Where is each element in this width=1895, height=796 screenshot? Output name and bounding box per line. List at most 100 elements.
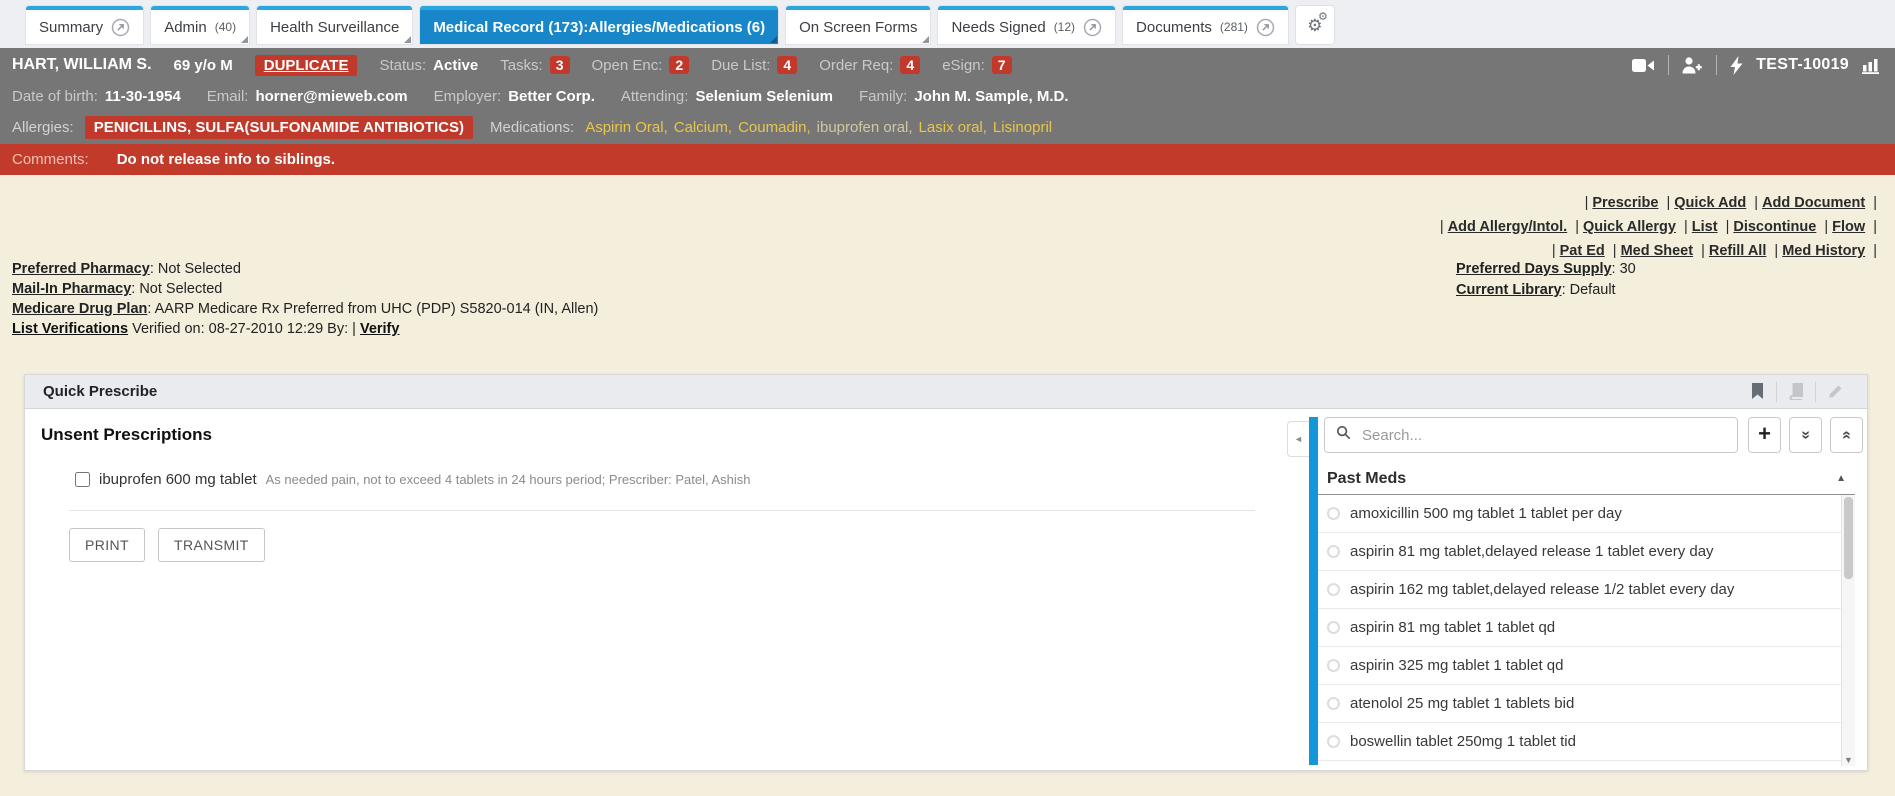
scroll-down-icon[interactable]: ▼ [1842,755,1855,765]
transmit-button[interactable]: TRANSMIT [158,528,265,562]
email-value: horner@mieweb.com [255,88,407,105]
collapse-section-icon[interactable]: ▲ [1836,473,1855,484]
preferred-days-supply-link[interactable]: Preferred Days Supply [1456,261,1612,277]
list-link[interactable]: List [1692,219,1718,235]
print-button[interactable]: PRINT [69,528,145,562]
past-meds-list: amoxicillin 500 mg tablet 1 tablet per d… [1318,495,1841,761]
pat-ed-link[interactable]: Pat Ed [1560,243,1605,259]
past-med-row[interactable]: aspirin 162 mg tablet,delayed release 1/… [1318,571,1841,609]
medication-link[interactable]: Calcium [674,119,732,136]
med-radio[interactable] [1327,507,1340,520]
quick-add-link[interactable]: Quick Add [1674,195,1746,211]
due-list-count-badge[interactable]: 4 [777,56,797,74]
medication-link[interactable]: Lasix oral [919,119,987,136]
collapse-all-button[interactable]: » [1830,417,1863,453]
discontinue-link[interactable]: Discontinue [1733,219,1816,235]
tab-admin-count: (40) [215,20,236,34]
employer-field: Employer: Better Corp. [434,88,595,105]
medications-label: Medications: [490,119,574,136]
current-library-link[interactable]: Current Library [1456,282,1562,298]
chevron-left-icon: ◄ [1294,434,1303,444]
med-radio[interactable] [1327,545,1340,558]
tab-documents[interactable]: Documents (281) [1123,6,1288,44]
past-med-row[interactable]: aspirin 325 mg tablet 1 tablet qd [1318,647,1841,685]
video-call-icon[interactable] [1632,58,1655,73]
med-history-link[interactable]: Med History [1782,243,1865,259]
add-person-icon[interactable] [1682,57,1703,74]
order-req-count-badge[interactable]: 4 [900,56,920,74]
rx-checkbox[interactable] [75,472,90,487]
tab-on-screen-forms[interactable]: On Screen Forms [786,6,930,44]
quick-allergy-link[interactable]: Quick Allergy [1583,219,1676,235]
search-input[interactable] [1360,426,1726,445]
order-req-label: Order Req: [819,57,893,74]
add-med-button[interactable]: + [1748,417,1781,453]
mailin-pharmacy-link[interactable]: Mail-In Pharmacy [12,281,131,297]
book-icon[interactable] [1782,383,1810,400]
med-radio[interactable] [1327,583,1340,596]
tab-admin[interactable]: Admin (40) [151,6,249,44]
prescribe-link[interactable]: Prescribe [1592,195,1658,211]
rx-name: ibuprofen 600 mg tablet [99,471,257,488]
medicare-plan-line: Medicare Drug PlanAARP Medicare Rx Prefe… [12,299,598,319]
pencil-icon[interactable] [1821,384,1849,399]
medication-link[interactable]: Lisinopril [993,119,1052,136]
tab-health-surveillance[interactable]: Health Surveillance [257,6,412,44]
settings-gear-button[interactable]: ⚙ ⚙ [1296,6,1334,44]
tab-needs-signed[interactable]: Needs Signed (12) [938,6,1115,44]
tab-needs-signed-label: Needs Signed [951,19,1045,36]
past-med-row[interactable]: amoxicillin 500 mg tablet 1 tablet per d… [1318,495,1841,533]
popout-icon[interactable] [111,18,130,37]
divider [69,510,1255,511]
past-med-row[interactable]: aspirin 81 mg tablet,delayed release 1 t… [1318,533,1841,571]
tab-medical-record[interactable]: Medical Record (173):Allergies/Medicatio… [420,6,778,44]
expand-all-button[interactable]: » [1789,417,1822,453]
med-radio[interactable] [1327,621,1340,634]
verify-link[interactable]: Verify [360,321,400,337]
patient-id: TEST-10019 [1756,56,1849,74]
popout-icon[interactable] [1083,18,1102,37]
duplicate-badge[interactable]: DUPLICATE [255,55,358,76]
medicare-plan-link[interactable]: Medicare Drug Plan [12,301,147,317]
preferred-pharmacy-link[interactable]: Preferred Pharmacy [12,261,150,277]
past-meds-title: Past Meds [1327,470,1406,488]
plus-icon: + [1758,423,1771,445]
panel-collapse-button[interactable]: ◄ [1287,421,1309,457]
email-label: Email: [207,88,249,105]
past-meds-header[interactable]: Past Meds ▲ [1318,463,1855,495]
email-field: Email: horner@mieweb.com [207,88,408,105]
tab-summary[interactable]: Summary [26,6,143,44]
scrollbar[interactable]: ▼ [1841,495,1855,766]
past-med-row[interactable]: atenolol 25 mg tablet 1 tablets bid [1318,685,1841,723]
scrollbar-thumb[interactable] [1844,497,1853,579]
dob-value: 11-30-1954 [105,88,181,105]
bookmark-icon[interactable] [1743,383,1771,400]
chart-icon[interactable] [1862,57,1883,74]
open-enc-count-badge[interactable]: 2 [669,56,689,74]
allergies-badge[interactable]: PENICILLINS, SULFA(SULFONAMIDE ANTIBIOTI… [85,116,473,139]
med-sheet-link[interactable]: Med Sheet [1621,243,1694,259]
past-med-row[interactable]: boswellin tablet 250mg 1 tablet tid [1318,723,1841,761]
medications-list: Aspirin Oral Calcium Coumadin ibuprofen … [585,119,1052,136]
medication-link[interactable]: Coumadin [738,119,811,136]
list-verifications-link[interactable]: List Verifications [12,321,128,337]
refill-all-link[interactable]: Refill All [1709,243,1766,259]
add-document-link[interactable]: Add Document [1762,195,1865,211]
medication-link[interactable]: Aspirin Oral [585,119,668,136]
tasks-field: Tasks: 3 [500,56,569,74]
tasks-count-badge[interactable]: 3 [550,56,570,74]
med-search-box [1324,417,1738,453]
med-radio[interactable] [1327,735,1340,748]
tasks-label: Tasks: [500,57,543,74]
flow-link[interactable]: Flow [1832,219,1865,235]
med-radio[interactable] [1327,697,1340,710]
past-med-row[interactable]: aspirin 81 mg tablet 1 tablet qd [1318,609,1841,647]
medication-link[interactable]: ibuprofen oral [817,119,913,136]
esign-count-badge[interactable]: 7 [992,56,1012,74]
med-radio[interactable] [1327,659,1340,672]
lightning-icon[interactable] [1730,56,1743,75]
patient-name: HART, WILLIAM S. [12,56,152,74]
popout-icon[interactable] [1256,18,1275,37]
add-allergy-link[interactable]: Add Allergy/Intol. [1448,219,1568,235]
quick-prescribe-card: Quick Prescribe Unsent Prescriptions ib [24,374,1868,771]
